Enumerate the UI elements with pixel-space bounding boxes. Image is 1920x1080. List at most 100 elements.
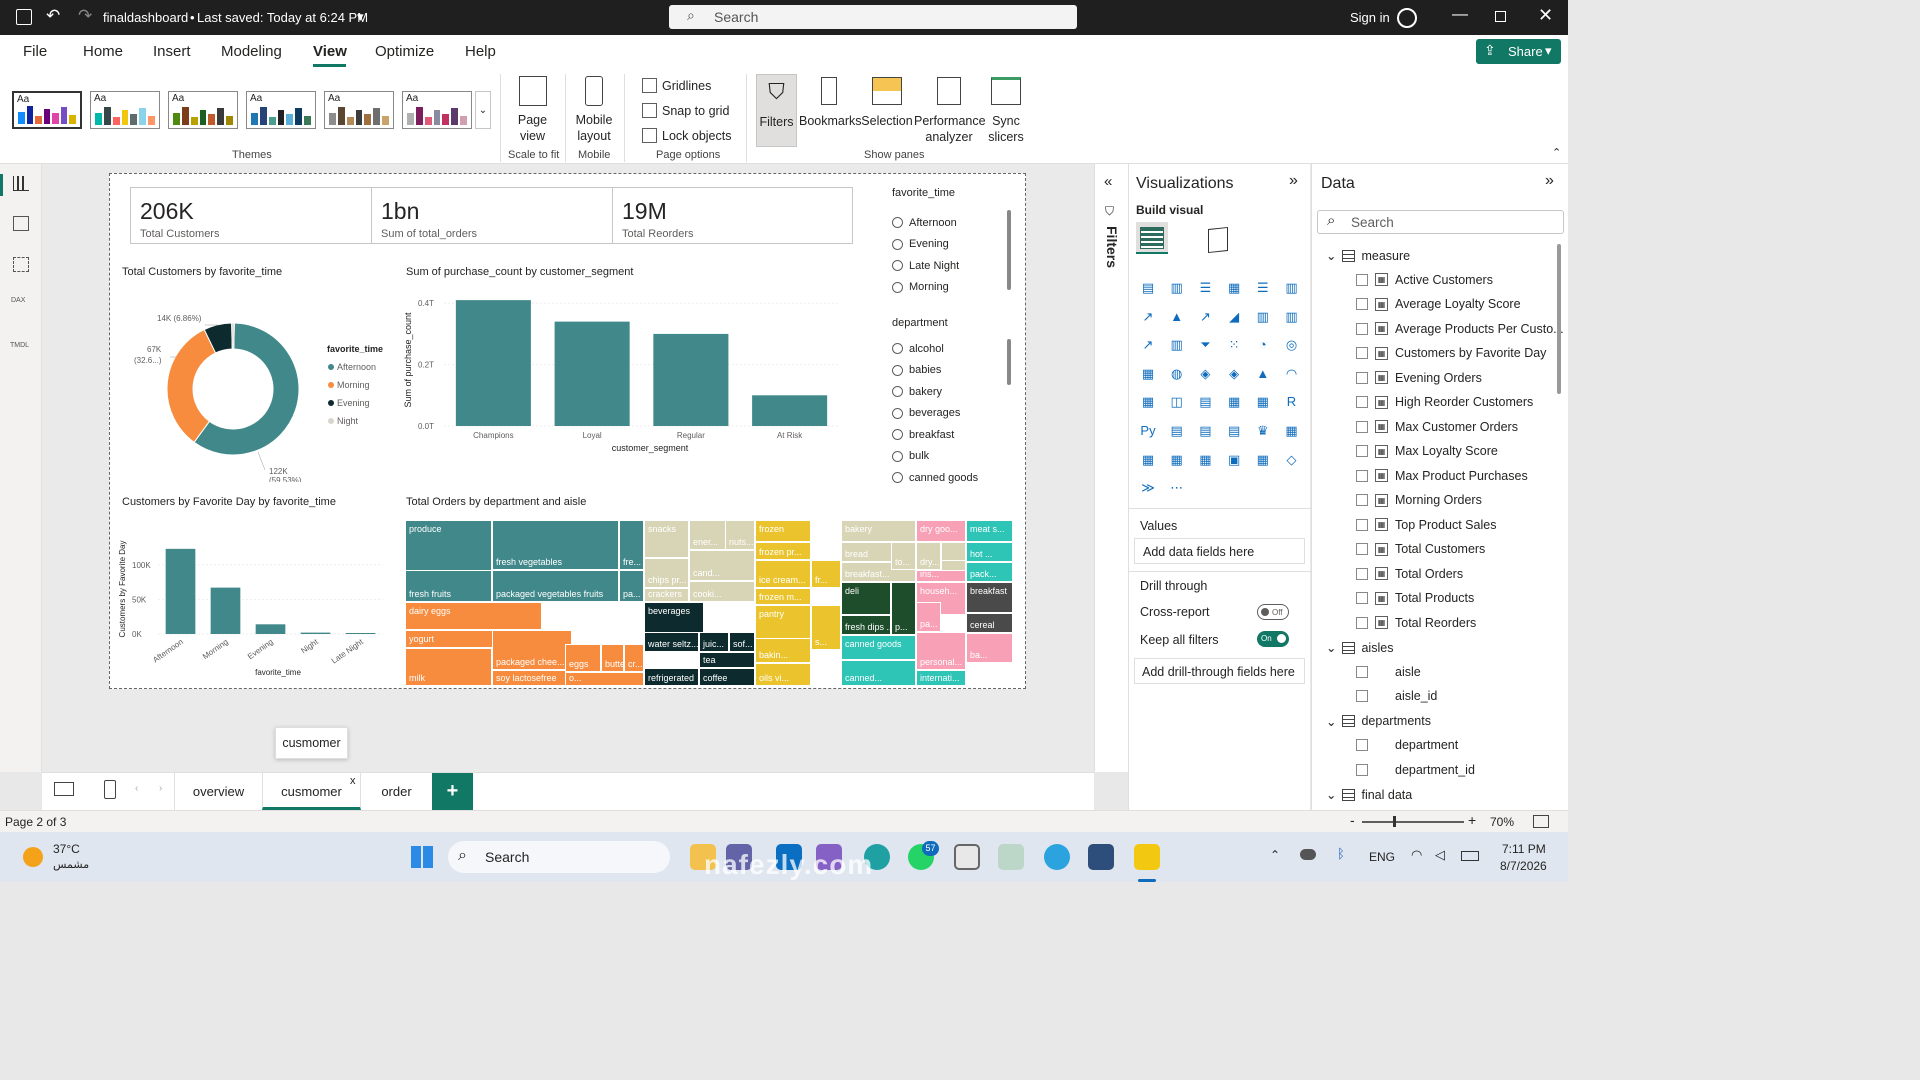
performance-analyzer-button[interactable]: Performance analyzer	[914, 77, 986, 145]
keep-all-filters-toggle[interactable]: On	[1257, 631, 1289, 647]
bookmarks-button[interactable]: Bookmarks	[799, 77, 862, 129]
filters-button[interactable]: ⛉ Filters	[756, 74, 797, 147]
field-item[interactable]: aisle	[1356, 665, 1421, 679]
line-column-icon[interactable]: ▥	[1253, 308, 1273, 326]
battery-icon[interactable]	[1461, 851, 1479, 861]
treemap-tile[interactable]: fresh vegetables	[492, 520, 619, 570]
wifi-icon[interactable]: ◠	[1411, 847, 1422, 863]
menu-file[interactable]: File	[23, 43, 47, 60]
field-checkbox[interactable]	[1356, 347, 1368, 359]
treemap-tile[interactable]: milk	[405, 648, 492, 686]
chevron-down-icon[interactable]: ⌄	[1326, 714, 1336, 729]
tab-cusmomer[interactable]: cusmomer	[262, 773, 361, 810]
python-visual-icon[interactable]: Py	[1138, 422, 1158, 440]
radio-button[interactable]	[892, 238, 903, 250]
slicer-item[interactable]: Morning	[892, 277, 1017, 299]
chevron-down-icon[interactable]: ⌄	[1326, 640, 1336, 655]
search-input[interactable]: ⌕ Search	[669, 5, 1077, 29]
redo-icon[interactable]: ↷	[78, 6, 92, 26]
cross-report-toggle[interactable]: Off	[1257, 604, 1289, 620]
field-item[interactable]: ▦ Active Customers	[1356, 273, 1493, 287]
chevron-down-icon[interactable]: ⌄	[1326, 248, 1336, 263]
weather-sun-icon[interactable]	[23, 847, 43, 867]
table-node[interactable]: ⌄ final data	[1326, 787, 1412, 803]
treemap-tile[interactable]: breakfast	[966, 582, 1013, 613]
close-tab-icon[interactable]: x	[350, 775, 356, 787]
field-checkbox[interactable]	[1356, 543, 1368, 555]
treemap-tile[interactable]: packaged chee...	[492, 630, 572, 670]
treemap-tile[interactable]: ice cream...	[755, 560, 811, 588]
radio-button[interactable]	[892, 260, 903, 272]
menu-home[interactable]: Home	[83, 43, 123, 60]
map-icon[interactable]: ◍	[1167, 365, 1187, 383]
treemap-tile[interactable]: juic...	[699, 632, 729, 652]
page-view-button[interactable]: Page view	[510, 76, 555, 144]
drill-through-drop-well[interactable]: Add drill-through fields here	[1134, 658, 1305, 684]
treemap-tile[interactable]: tea	[699, 652, 755, 668]
waterfall-icon[interactable]: ▥	[1167, 336, 1187, 354]
close-icon[interactable]: ✕	[1538, 5, 1553, 26]
treemap-tile[interactable]: frozen pr...	[755, 542, 811, 560]
paginated-icon[interactable]: ▦	[1282, 422, 1302, 440]
treemap-tile[interactable]: butter	[601, 644, 624, 672]
arcgis-icon[interactable]: ◇	[1282, 451, 1302, 469]
kpi-icon[interactable]: ▤	[1195, 393, 1215, 411]
field-item[interactable]: department_id	[1356, 763, 1475, 777]
kpi-card-total-customers[interactable]: 206K Total Customers	[130, 187, 372, 244]
prev-page-icon[interactable]: ‹	[135, 783, 138, 794]
radio-button[interactable]	[892, 386, 903, 398]
dax-query-icon[interactable]: DAX	[11, 297, 25, 304]
collapse-pane-icon[interactable]: »	[1289, 172, 1298, 190]
decomposition-tree-icon[interactable]: ▤	[1195, 422, 1215, 440]
radio-button[interactable]	[892, 343, 903, 355]
zoom-out-icon[interactable]: -	[1350, 812, 1355, 828]
expand-filters-icon[interactable]: «	[1104, 173, 1112, 190]
treemap-tile[interactable]: fre...	[619, 520, 644, 570]
slicer-item[interactable]: bulk	[892, 446, 1017, 468]
slicer-item[interactable]: babies	[892, 360, 1017, 382]
treemap-tile[interactable]: nuts...	[725, 520, 755, 550]
metrics-icon[interactable]: ▦	[1195, 451, 1215, 469]
field-checkbox[interactable]	[1356, 371, 1368, 384]
field-item[interactable]: ▦ Total Reorders	[1356, 616, 1476, 630]
kpi-card-total-orders[interactable]: 1bn Sum of total_orders	[371, 187, 613, 244]
report-view-icon[interactable]	[13, 176, 29, 191]
radio-button[interactable]	[892, 281, 903, 293]
report-view-icon[interactable]	[0, 174, 3, 196]
treemap-chart[interactable]: Total Orders by department and aisle pro…	[402, 492, 1017, 688]
field-item[interactable]: ▦ Max Product Purchases	[1356, 469, 1528, 483]
menu-modeling[interactable]: Modeling	[221, 43, 282, 60]
radio-button[interactable]	[892, 217, 903, 229]
slicer-scrollbar[interactable]	[1007, 210, 1011, 290]
treemap-tile[interactable]: dry...	[916, 542, 941, 570]
slicer-item[interactable]: bakery	[892, 381, 1017, 403]
treemap-tile[interactable]: cand...	[689, 550, 755, 581]
collapse-pane-icon[interactable]: »	[1545, 172, 1554, 190]
radio-button[interactable]	[892, 364, 903, 376]
zoom-slider[interactable]	[1362, 821, 1464, 823]
slicer-item[interactable]: beverages	[892, 403, 1017, 425]
snap-to-grid-checkbox[interactable]: Snap to grid	[642, 103, 729, 118]
themes-dropdown-icon[interactable]: ⌄	[475, 91, 491, 129]
field-checkbox[interactable]	[1356, 665, 1368, 678]
100-column-icon[interactable]: ▥	[1282, 279, 1302, 297]
format-visual-icon[interactable]	[1208, 226, 1228, 254]
language-indicator[interactable]: ENG	[1369, 850, 1395, 864]
field-checkbox[interactable]	[1356, 420, 1368, 433]
treemap-tile[interactable]: eggs	[565, 644, 601, 672]
slicer-department[interactable]: department alcohol babies bakery beverages b…	[892, 317, 1017, 487]
gauge-icon[interactable]: ◠	[1282, 365, 1302, 383]
theme-5[interactable]: Aa	[324, 91, 394, 129]
theme-1[interactable]: Aa	[12, 91, 82, 129]
slicer-item[interactable]: breakfast	[892, 424, 1017, 446]
terminal-icon[interactable]	[1088, 844, 1114, 870]
field-item[interactable]: ▦ Total Products	[1356, 591, 1474, 605]
radio-button[interactable]	[892, 472, 903, 484]
donut-chart[interactable]: Total Customers by favorite_time 14K (6.…	[118, 262, 393, 482]
field-checkbox[interactable]	[1356, 690, 1368, 702]
gridlines-checkbox[interactable]: Gridlines	[642, 78, 711, 93]
treemap-tile[interactable]: bakery	[841, 520, 916, 542]
zoom-in-icon[interactable]: +	[1468, 812, 1476, 828]
field-item[interactable]: ▦ Top Product Sales	[1356, 518, 1496, 532]
field-item[interactable]: ▦ Evening Orders	[1356, 371, 1482, 385]
